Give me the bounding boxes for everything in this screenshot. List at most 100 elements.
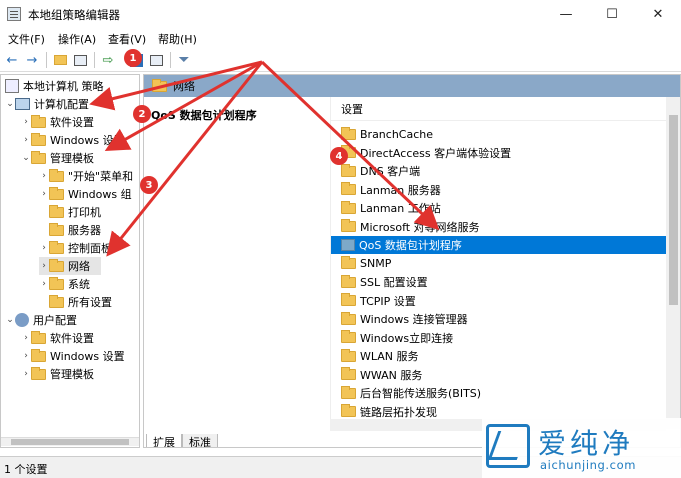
tree-item-server[interactable]: 服务器 <box>49 221 101 239</box>
tree-item-computer-config[interactable]: ⌄ 计算机配置 <box>5 95 89 113</box>
settings-list-item[interactable]: WWAN 服务 <box>331 366 667 384</box>
tree-item-start-menu[interactable]: › "开始"菜单和 <box>39 167 133 185</box>
tree-item-admin-templates[interactable]: ⌄ 管理模板 <box>21 149 94 167</box>
folder-icon <box>341 311 356 325</box>
settings-list-item[interactable]: Microsoft 对等网络服务 <box>331 218 667 236</box>
settings-list-item-label: Windows 连接管理器 <box>360 313 468 326</box>
folder-icon <box>31 330 46 344</box>
chevron-right-icon[interactable]: › <box>39 189 49 199</box>
settings-list-item-label: 后台智能传送服务(BITS) <box>360 387 482 400</box>
folder-icon <box>31 150 46 164</box>
settings-list-item[interactable]: BranchCache <box>331 125 667 143</box>
tree-item-user-admin[interactable]: › 管理模板 <box>21 365 94 383</box>
menu-file[interactable]: 文件(F) <box>8 31 45 47</box>
details-header-title: 网络 <box>173 80 195 93</box>
chevron-right-icon[interactable]: › <box>21 135 31 145</box>
settings-list-item-label: Lanman 工作站 <box>360 202 441 215</box>
settings-list-item[interactable]: Lanman 服务器 <box>331 181 667 199</box>
tree-item-user-config[interactable]: ⌄ 用户配置 <box>5 311 77 329</box>
tree-label: Windows 组 <box>68 188 132 201</box>
menu-bar: 文件(F) 操作(A) 查看(V) 帮助(H) <box>0 28 681 48</box>
maximize-button[interactable]: ☐ <box>589 0 635 28</box>
settings-list-item-label: DirectAccess 客户端体验设置 <box>360 146 512 160</box>
tree-label: 系统 <box>68 278 90 291</box>
chevron-right-icon[interactable]: › <box>39 243 49 253</box>
tree-item-software[interactable]: › 软件设置 <box>21 113 94 131</box>
back-icon[interactable]: ← <box>4 52 20 68</box>
settings-list-item-label: 链路层拓扑发现 <box>360 405 437 419</box>
tree-horizontal-scrollbar[interactable] <box>1 437 139 446</box>
minimize-button[interactable]: — <box>543 0 589 28</box>
tree-root[interactable]: 本地计算机 策略 <box>5 77 104 95</box>
chevron-down-icon[interactable]: ⌄ <box>5 99 15 109</box>
chevron-right-icon[interactable]: › <box>39 279 49 289</box>
settings-list-item[interactable]: Lanman 工作站 <box>331 199 667 217</box>
settings-list-item[interactable]: DirectAccess 客户端体验设置 <box>331 144 667 162</box>
tab-extended[interactable]: 扩展 <box>146 434 182 447</box>
filter-icon[interactable]: ⏷ <box>176 52 192 68</box>
folder-icon <box>341 200 356 214</box>
show-hide-tree-icon[interactable] <box>72 52 88 68</box>
tree-label: 管理模板 <box>50 152 94 165</box>
folder-icon <box>341 330 356 343</box>
chevron-right-icon[interactable]: › <box>21 369 31 379</box>
folder-icon <box>341 274 356 288</box>
close-button[interactable]: ✕ <box>635 0 681 28</box>
chevron-right-icon[interactable]: › <box>39 171 49 181</box>
tree-item-network[interactable]: › 网络 <box>39 257 101 275</box>
tree-item-printers[interactable]: 打印机 <box>49 203 101 221</box>
tree-label: 服务器 <box>68 224 101 237</box>
user-icon <box>15 313 29 327</box>
chevron-right-icon[interactable]: › <box>39 261 49 271</box>
chevron-down-icon[interactable]: ⌄ <box>21 153 31 163</box>
forward-icon[interactable]: → <box>24 52 40 68</box>
settings-list-item-label: TCPIP 设置 <box>360 294 416 308</box>
tree-label: 打印机 <box>68 206 101 219</box>
settings-list-item[interactable]: Windows 连接管理器 <box>331 310 667 328</box>
menu-action[interactable]: 操作(A) <box>58 31 96 47</box>
settings-list-item[interactable]: WLAN 服务 <box>331 347 667 365</box>
settings-list-item[interactable]: DNS 客户端 <box>331 162 667 180</box>
settings-vertical-scrollbar[interactable] <box>666 97 680 429</box>
settings-list-item[interactable]: SSL 配置设置 <box>331 273 667 291</box>
folder-icon <box>31 348 46 362</box>
tree-item-windows[interactable]: › Windows 设置 <box>21 131 125 149</box>
menu-view[interactable]: 查看(V) <box>108 31 146 47</box>
properties-icon[interactable] <box>148 52 164 68</box>
settings-list-item[interactable]: Windows立即连接 <box>331 329 667 347</box>
settings-list-item-label: SSL 配置设置 <box>360 276 428 289</box>
tree-item-system[interactable]: › 系统 <box>39 275 90 293</box>
watermark-logo-icon <box>486 424 530 468</box>
tree-item-control-panel[interactable]: › 控制面板 <box>39 239 112 257</box>
settings-list-item[interactable]: SNMP <box>331 255 667 273</box>
folder-icon <box>341 367 356 380</box>
menu-help[interactable]: 帮助(H) <box>158 31 197 47</box>
folder-icon <box>341 404 356 417</box>
settings-list-item-label: WLAN 服务 <box>360 350 419 363</box>
tree-item-all-settings[interactable]: 所有设置 <box>49 293 112 311</box>
folder-icon <box>49 204 64 218</box>
settings-list-item[interactable]: TCPIP 设置 <box>331 292 667 310</box>
toolbar-divider <box>170 52 171 68</box>
export-list-icon[interactable]: ⇨ <box>100 52 116 68</box>
tree-item-user-windows[interactable]: › Windows 设置 <box>21 347 125 365</box>
settings-list-item[interactable]: 后台智能传送服务(BITS) <box>331 384 667 402</box>
computer-icon <box>15 98 30 110</box>
chevron-right-icon[interactable]: › <box>21 333 31 343</box>
scrollbar-thumb[interactable] <box>669 115 678 305</box>
chevron-down-icon[interactable]: ⌄ <box>5 315 15 325</box>
tree-item-windows-components[interactable]: › Windows 组 <box>39 185 132 203</box>
up-folder-icon[interactable] <box>52 52 68 68</box>
column-header-setting[interactable]: 设置 <box>331 97 667 121</box>
annotation-badge: 1 <box>124 49 142 67</box>
chevron-right-icon[interactable]: › <box>21 351 31 361</box>
chevron-right-icon[interactable]: › <box>21 117 31 127</box>
tree-label: 所有设置 <box>68 296 112 309</box>
view-tabs: 扩展 标准 <box>146 434 218 447</box>
settings-list-item[interactable]: QoS 数据包计划程序 <box>331 236 667 254</box>
tree-label: "开始"菜单和 <box>68 170 134 183</box>
tab-standard[interactable]: 标准 <box>182 434 218 447</box>
annotation-badge: 2 <box>133 105 151 123</box>
tree-item-user-software[interactable]: › 软件设置 <box>21 329 94 347</box>
folder-icon <box>341 293 356 306</box>
